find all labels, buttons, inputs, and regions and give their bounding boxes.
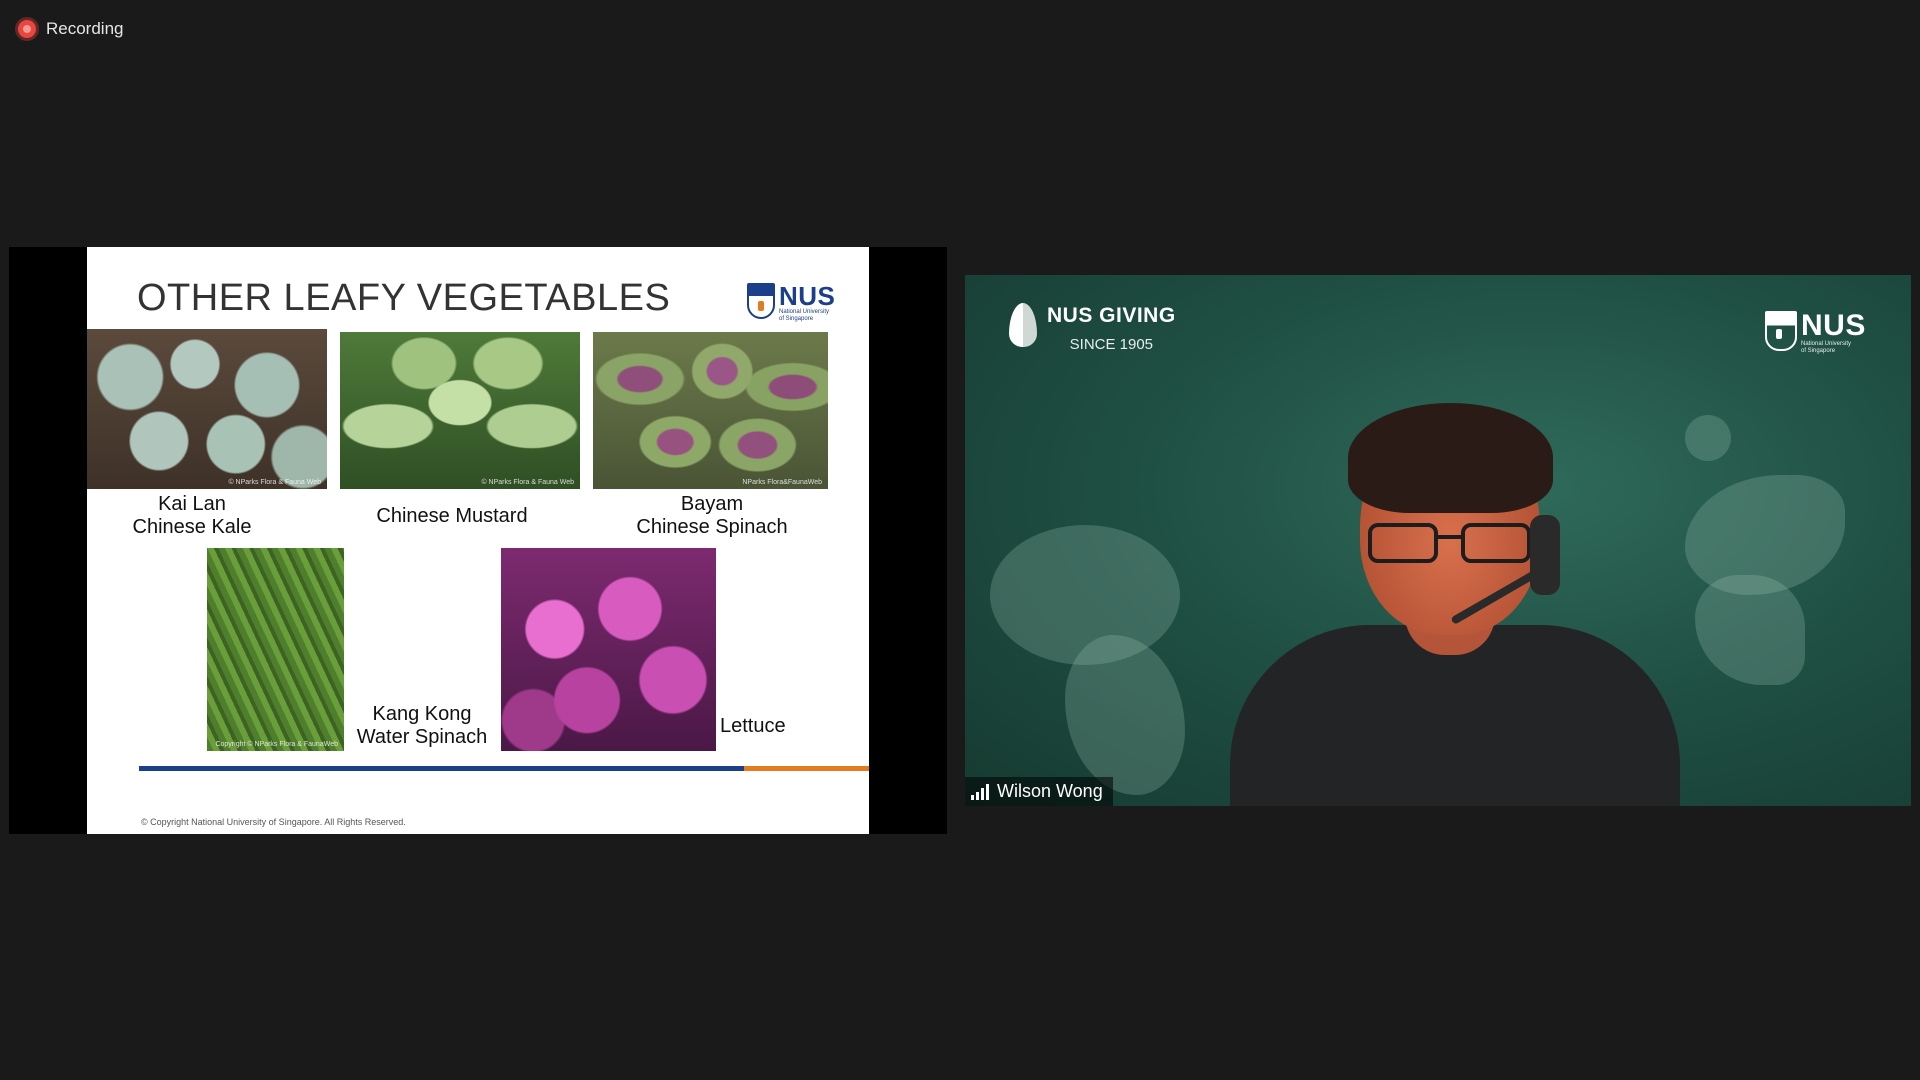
background-violin-shape: [990, 525, 1180, 665]
nus-crest-icon: [1765, 311, 1797, 351]
photo-credit: © NParks Flora & Fauna Web: [481, 479, 574, 486]
glasses-icon: [1368, 523, 1533, 563]
connection-signal-icon: [971, 783, 989, 800]
photo-credit: © NParks Flora & Fauna Web: [228, 479, 321, 486]
label-line: Lettuce: [720, 715, 786, 737]
kai-lan-photo: © NParks Flora & Fauna Web: [87, 329, 327, 489]
nus-crest-icon: [747, 283, 775, 319]
nus-logo-text: NUS: [1801, 309, 1866, 342]
background-flower-shape: [1685, 415, 1731, 461]
nus-logo-subtitle-1: National University: [1801, 341, 1852, 347]
giving-since: SINCE 1905: [1069, 336, 1154, 353]
footer-bar-orange: [744, 766, 869, 771]
kang-kong-photo: Copyright © NParks Flora & FaunaWeb: [207, 548, 344, 751]
lettuce-photo: [501, 548, 716, 751]
slide-title: OTHER LEAFY VEGETABLES: [137, 277, 671, 319]
participant-name-tag: Wilson Wong: [965, 777, 1113, 806]
recording-label: Recording: [46, 19, 124, 38]
background-violin-shape: [1065, 635, 1185, 795]
label-line: Kang Kong: [372, 703, 472, 725]
kang-kong-label: Kang Kong Water Spinach: [347, 703, 497, 749]
nus-logo-text: NUS: [779, 281, 836, 311]
nus-logo-subtitle-2: of Singapore: [779, 316, 814, 322]
label-line: Bayam: [680, 493, 744, 515]
label-line: Water Spinach: [356, 726, 488, 748]
photo-credit: NParks Flora&FaunaWeb: [742, 479, 822, 486]
footer-bar-blue: [139, 766, 744, 771]
label-line: Kai Lan: [158, 493, 226, 515]
headset-icon: [1530, 515, 1560, 595]
participant-hair: [1348, 403, 1553, 513]
nus-logo-subtitle-1: National University: [779, 309, 830, 315]
recording-icon: [18, 20, 36, 38]
presentation-slide: OTHER LEAFY VEGETABLES NUS National Univ…: [87, 247, 869, 834]
chinese-mustard-photo: © NParks Flora & Fauna Web: [340, 332, 580, 489]
bayam-photo: NParks Flora&FaunaWeb: [593, 332, 828, 489]
shared-screen-tile[interactable]: OTHER LEAFY VEGETABLES NUS National Univ…: [9, 247, 947, 834]
nus-logo: NUS National University of Singapore: [747, 283, 835, 323]
label-line: Chinese Mustard: [376, 505, 528, 527]
giving-title: NUS GIVING: [1047, 304, 1176, 327]
participant-video-tile[interactable]: NUS GIVING SINCE 1905 NUS National Unive…: [965, 275, 1911, 806]
nus-giving-logo: NUS GIVING SINCE 1905: [1009, 303, 1176, 355]
bayam-label: Bayam Chinese Spinach: [622, 493, 802, 539]
meeting-window: Recording OTHER LEAFY VEGETABLES NUS Nat…: [0, 0, 1920, 1080]
participant-name: Wilson Wong: [997, 781, 1103, 801]
recording-indicator[interactable]: Recording: [18, 18, 124, 40]
nus-logo-subtitle-2: of Singapore: [1801, 348, 1836, 354]
slide-copyright: © Copyright National University of Singa…: [141, 817, 406, 827]
kai-lan-label: Kai Lan Chinese Kale: [117, 493, 267, 539]
photo-credit: Copyright © NParks Flora & FaunaWeb: [215, 741, 338, 748]
video-nus-logo: NUS National University of Singapore: [1765, 311, 1866, 355]
participant-figure: [1230, 395, 1680, 806]
seed-drop-icon: [1009, 303, 1037, 347]
chinese-mustard-label: Chinese Mustard: [367, 505, 537, 528]
label-line: Chinese Spinach: [636, 516, 788, 538]
lettuce-label: Lettuce: [720, 715, 810, 738]
background-leaf-shape: [1695, 575, 1805, 685]
label-line: Chinese Kale: [132, 516, 252, 538]
